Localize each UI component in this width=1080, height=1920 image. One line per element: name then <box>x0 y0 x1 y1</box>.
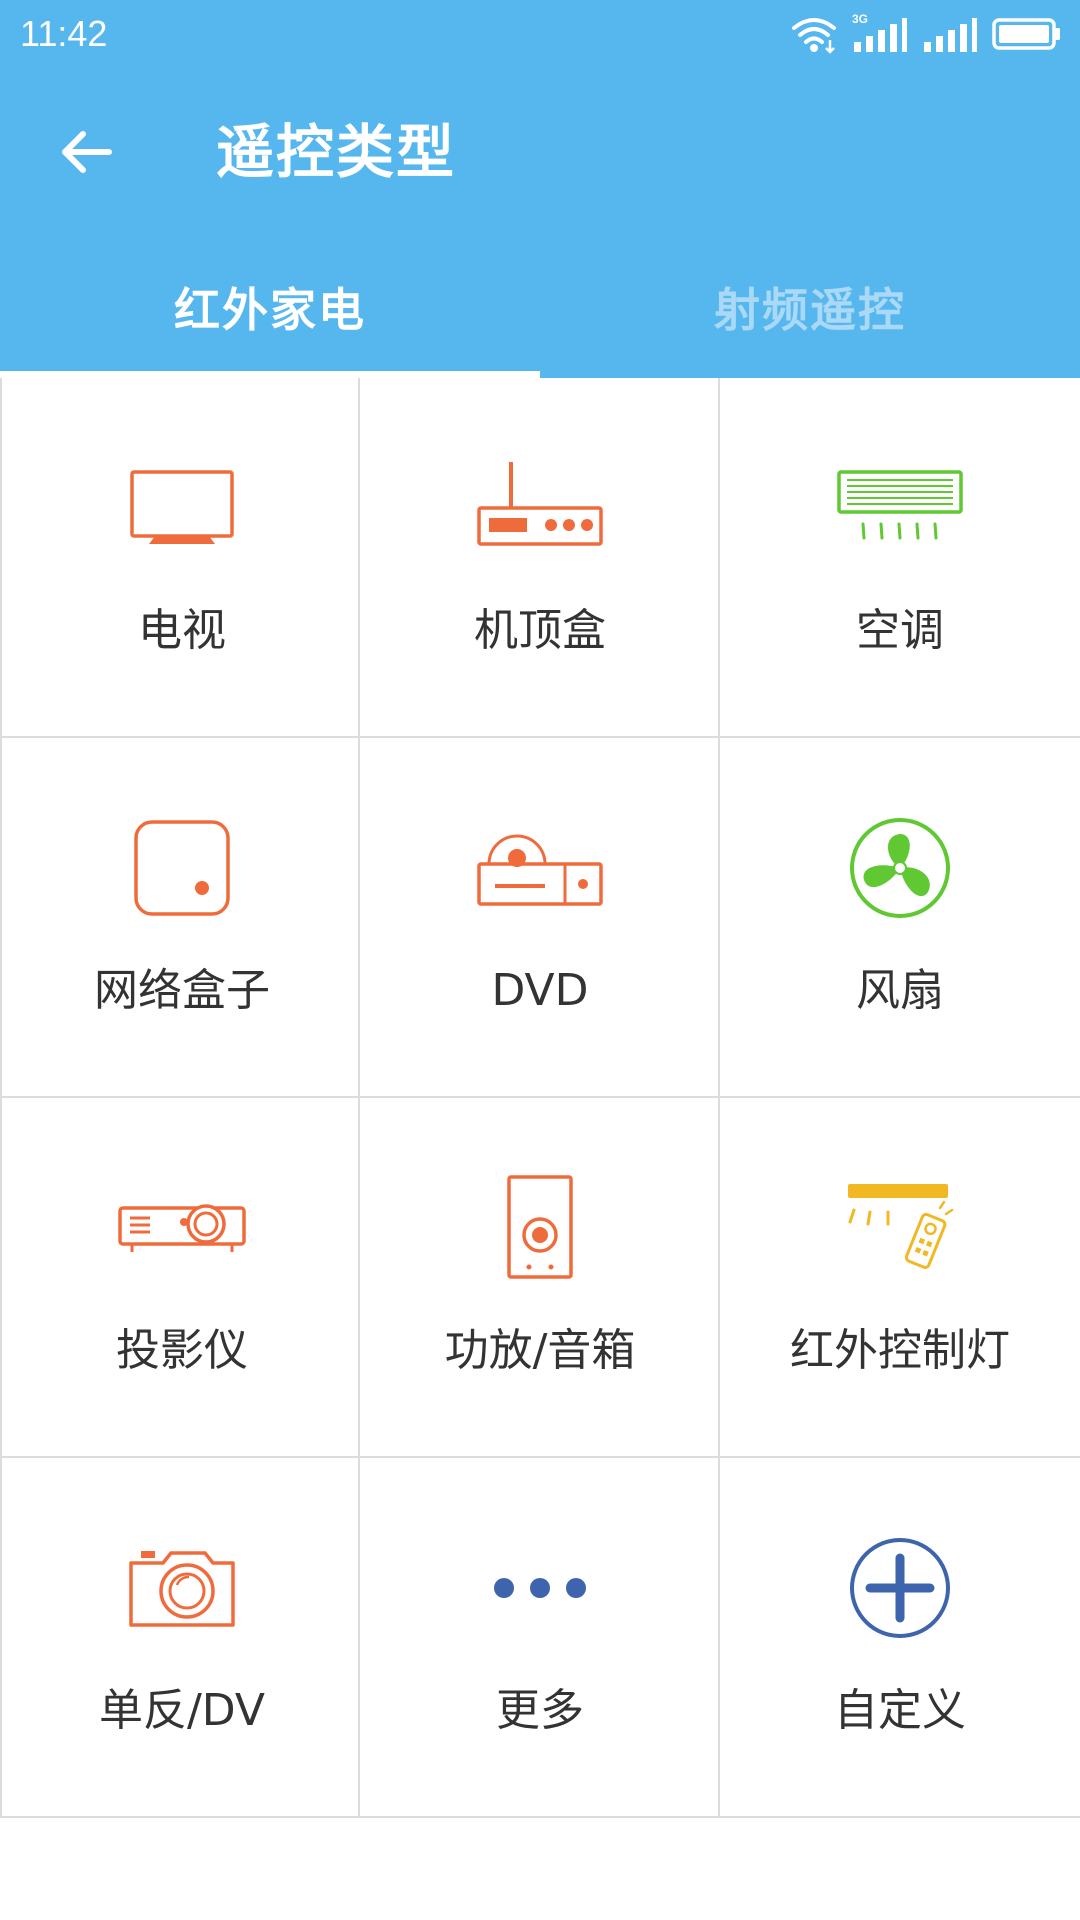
status-bar: 11:42 3G <box>0 0 1080 70</box>
device-tile-custom[interactable]: 自定义 <box>720 1458 1080 1818</box>
back-button[interactable] <box>46 112 126 192</box>
tab-infrared[interactable]: 红外家电 <box>0 260 540 378</box>
device-grid: 电视 机顶盒 空调 网络盒子 DVD 风扇 投影仪 功放/音箱 红外控制灯 单反… <box>0 378 1080 1818</box>
dvd-player-icon-wrap <box>360 798 720 938</box>
device-tile-tv[interactable]: 电视 <box>0 378 360 738</box>
device-tile-camera[interactable]: 单反/DV <box>0 1458 360 1818</box>
device-label: 投影仪 <box>116 1325 248 1376</box>
network-box-icon-wrap <box>2 798 362 938</box>
add-circle-icon-wrap <box>720 1518 1080 1658</box>
status-icons: 3G <box>790 12 1062 56</box>
device-tile-network-box[interactable]: 网络盒子 <box>0 738 360 1098</box>
signal-bars-icon-2 <box>924 18 977 52</box>
tab-label: 红外家电 <box>174 283 366 337</box>
tv-icon-wrap <box>2 438 362 578</box>
tab-indicator <box>0 371 540 378</box>
device-label: 机顶盒 <box>474 605 606 656</box>
device-label: DVD <box>491 965 589 1016</box>
speaker-icon-wrap <box>360 1158 720 1298</box>
add-circle-icon <box>850 1538 950 1638</box>
app-header: 11:42 3G 遥控类型 红外家电 射频遥控 <box>0 0 1080 378</box>
device-label: 单反/DV <box>98 1685 266 1736</box>
projector-icon-wrap <box>2 1158 362 1298</box>
projector-icon <box>118 1204 246 1252</box>
infrared-light-icon <box>848 1184 954 1269</box>
device-label: 网络盒子 <box>94 965 270 1016</box>
device-tile-dvd[interactable]: DVD <box>360 738 720 1098</box>
fan-icon <box>850 818 950 918</box>
set-top-box-icon <box>477 462 603 546</box>
camera-icon-wrap <box>2 1518 362 1658</box>
device-tile-infrared-light[interactable]: 红外控制灯 <box>720 1098 1080 1458</box>
arrow-left-icon <box>62 131 112 173</box>
device-label: 红外控制灯 <box>790 1325 1010 1376</box>
signal-bars-icon <box>854 18 907 52</box>
air-conditioner-icon-wrap <box>720 438 1080 578</box>
device-tile-fan[interactable]: 风扇 <box>720 738 1080 1098</box>
device-tile-more[interactable]: 更多 <box>360 1458 720 1818</box>
device-tile-set-top-box[interactable]: 机顶盒 <box>360 378 720 738</box>
fan-icon-wrap <box>720 798 1080 938</box>
tab-bar: 红外家电 射频遥控 <box>0 260 1080 378</box>
device-tile-projector[interactable]: 投影仪 <box>0 1098 360 1458</box>
tab-label: 射频遥控 <box>714 283 906 337</box>
infrared-light-icon-wrap <box>720 1158 1080 1298</box>
air-conditioner-icon <box>837 470 963 540</box>
battery-icon <box>992 18 1060 50</box>
page-title: 遥控类型 <box>216 118 457 186</box>
toolbar: 遥控类型 <box>0 78 1080 226</box>
wifi-icon <box>792 18 836 54</box>
device-label: 功放/音箱 <box>444 1325 636 1376</box>
more-dots-icon <box>494 1578 586 1598</box>
dvd-player-icon <box>477 834 603 906</box>
device-label: 空调 <box>856 605 944 656</box>
device-label: 风扇 <box>856 965 944 1016</box>
device-tile-air-conditioner[interactable]: 空调 <box>720 378 1080 738</box>
device-tile-speaker[interactable]: 功放/音箱 <box>360 1098 720 1458</box>
device-label: 自定义 <box>834 1685 966 1736</box>
tab-radio-frequency[interactable]: 射频遥控 <box>540 260 1080 378</box>
tv-icon <box>130 470 234 544</box>
more-dots-icon-wrap <box>360 1518 720 1658</box>
device-label: 电视 <box>138 605 226 656</box>
device-label: 更多 <box>496 1685 584 1736</box>
camera-icon <box>129 1551 235 1627</box>
app-screen: 11:42 3G 遥控类型 红外家电 射频遥控 电视 机顶盒 空调 网络盒子 D… <box>0 0 1080 1920</box>
signal-3g-group: 3G <box>852 12 908 54</box>
set-top-box-icon-wrap <box>360 438 720 578</box>
status-time: 11:42 <box>20 13 108 54</box>
network-box-icon <box>134 820 230 916</box>
speaker-icon <box>507 1175 573 1279</box>
